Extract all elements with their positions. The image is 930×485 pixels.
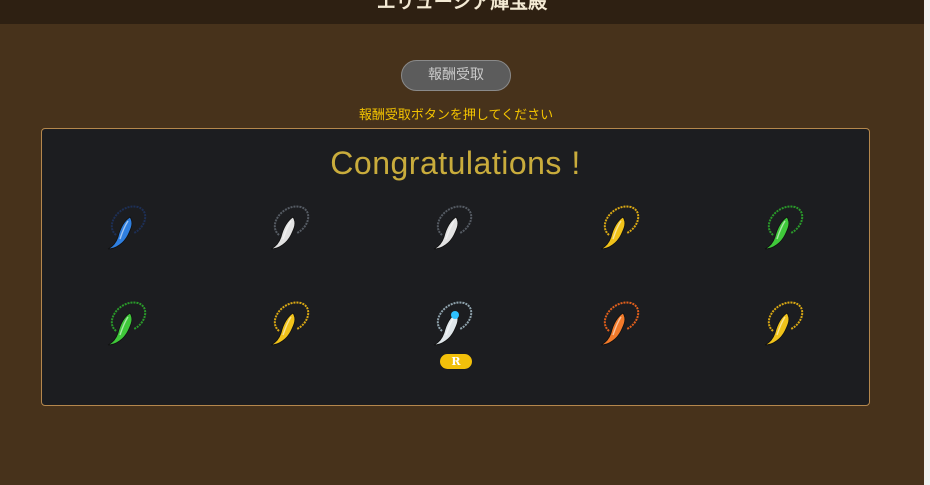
congratulations-title: Congratulations !: [330, 145, 581, 181]
result-panel: Congratulations ! R: [41, 128, 870, 406]
claw-necklace-gold-icon[interactable]: [751, 295, 813, 357]
rarity-badge: R: [440, 354, 472, 369]
page-title: エリューシア輝宝殿: [376, 0, 548, 13]
header-bar: エリューシア輝宝殿: [0, 0, 924, 24]
scrollbar[interactable]: [924, 0, 930, 485]
claw-necklace-gold-icon[interactable]: [257, 295, 319, 357]
claw-necklace-green-icon[interactable]: [751, 199, 813, 261]
claw-necklace-silver-icon[interactable]: [257, 199, 319, 261]
claim-reward-button[interactable]: 報酬受取: [401, 60, 511, 91]
claw-necklace-silver-icon[interactable]: [420, 199, 482, 261]
instruction-text: 報酬受取ボタンを押してください: [358, 108, 554, 123]
claw-necklace-orange-icon[interactable]: [587, 295, 649, 357]
claw-necklace-gold-icon[interactable]: [587, 199, 649, 261]
claw-necklace-rare-icon[interactable]: [420, 295, 482, 357]
claw-necklace-blue-icon[interactable]: [94, 199, 156, 261]
claw-necklace-green-icon[interactable]: [94, 295, 156, 357]
